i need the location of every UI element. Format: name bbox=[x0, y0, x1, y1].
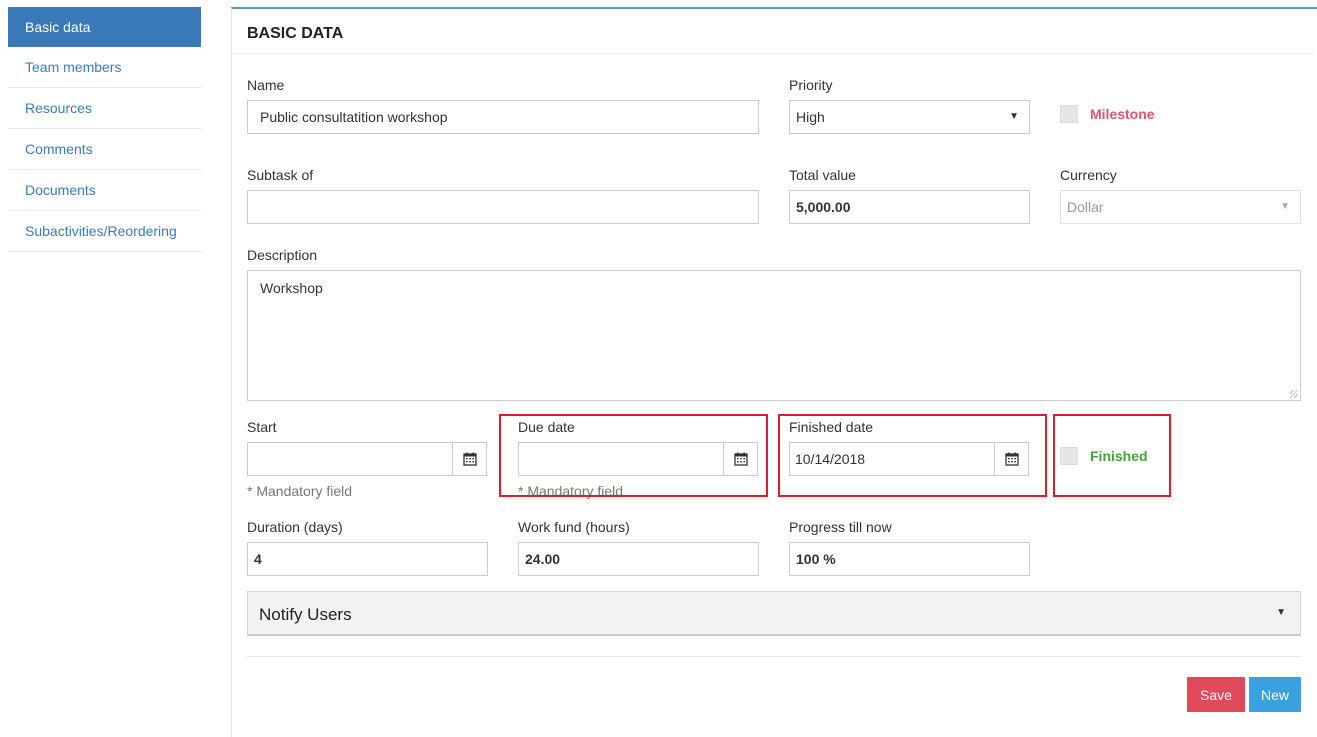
total-value-label: Total value bbox=[789, 167, 856, 183]
work-fund-label: Work fund (hours) bbox=[518, 519, 630, 535]
duration-label: Duration (days) bbox=[247, 519, 343, 535]
name-input[interactable]: Public consultatition workshop bbox=[247, 100, 759, 134]
currency-select[interactable]: Dollar ▼ bbox=[1060, 190, 1301, 224]
progress-input[interactable]: 100 % bbox=[789, 542, 1030, 576]
duration-input[interactable]: 4 bbox=[247, 542, 488, 576]
caret-down-icon: ▼ bbox=[1280, 201, 1290, 212]
priority-select[interactable]: High ▼ bbox=[789, 100, 1030, 134]
due-date-highlight-box bbox=[499, 414, 768, 497]
total-value-input[interactable]: 5,000.00 bbox=[789, 190, 1030, 224]
notify-users-accordion[interactable]: Notify Users ▼ bbox=[247, 591, 1301, 636]
resize-grip-icon[interactable] bbox=[1290, 390, 1298, 398]
divider bbox=[247, 656, 1301, 657]
description-value: Workshop bbox=[260, 280, 323, 296]
start-date-group bbox=[247, 442, 487, 476]
sidebar-nav: Basic data Team members Resources Commen… bbox=[8, 7, 201, 252]
priority-label: Priority bbox=[789, 77, 833, 93]
progress-label: Progress till now bbox=[789, 519, 892, 535]
caret-down-icon: ▼ bbox=[1009, 111, 1019, 122]
sidebar-item-subactivities[interactable]: Subactivities/Reordering bbox=[8, 211, 201, 252]
finished-highlight-box bbox=[1053, 414, 1171, 497]
sidebar-item-documents[interactable]: Documents bbox=[8, 170, 201, 211]
sidebar-item-resources[interactable]: Resources bbox=[8, 88, 201, 129]
milestone-checkbox[interactable] bbox=[1060, 105, 1078, 123]
save-button[interactable]: Save bbox=[1187, 677, 1245, 712]
sidebar-item-team-members[interactable]: Team members bbox=[8, 47, 201, 88]
name-label: Name bbox=[247, 77, 285, 93]
subtask-of-input[interactable] bbox=[247, 190, 759, 224]
panel-title: BASIC DATA bbox=[247, 25, 344, 42]
description-label: Description bbox=[247, 247, 318, 263]
caret-down-icon: ▼ bbox=[1276, 607, 1286, 618]
sidebar-item-comments[interactable]: Comments bbox=[8, 129, 201, 170]
currency-label: Currency bbox=[1060, 167, 1117, 183]
start-date-input[interactable] bbox=[247, 442, 453, 476]
start-label: Start bbox=[247, 419, 277, 435]
panel-header: BASIC DATA bbox=[232, 9, 1313, 54]
calendar-icon bbox=[462, 452, 477, 466]
priority-value: High bbox=[796, 109, 825, 125]
subtask-of-label: Subtask of bbox=[247, 167, 314, 183]
new-button[interactable]: New bbox=[1249, 677, 1301, 712]
start-mandatory-hint: * Mandatory field bbox=[247, 483, 353, 499]
finished-date-highlight-box bbox=[778, 414, 1047, 497]
sidebar-item-basic-data[interactable]: Basic data bbox=[8, 7, 201, 47]
currency-value: Dollar bbox=[1067, 199, 1104, 215]
work-fund-input[interactable]: 24.00 bbox=[518, 542, 759, 576]
description-textarea[interactable]: Workshop bbox=[247, 270, 1301, 401]
start-calendar-button[interactable] bbox=[453, 442, 487, 476]
milestone-label: Milestone bbox=[1090, 106, 1155, 122]
notify-users-title: Notify Users bbox=[259, 605, 352, 624]
